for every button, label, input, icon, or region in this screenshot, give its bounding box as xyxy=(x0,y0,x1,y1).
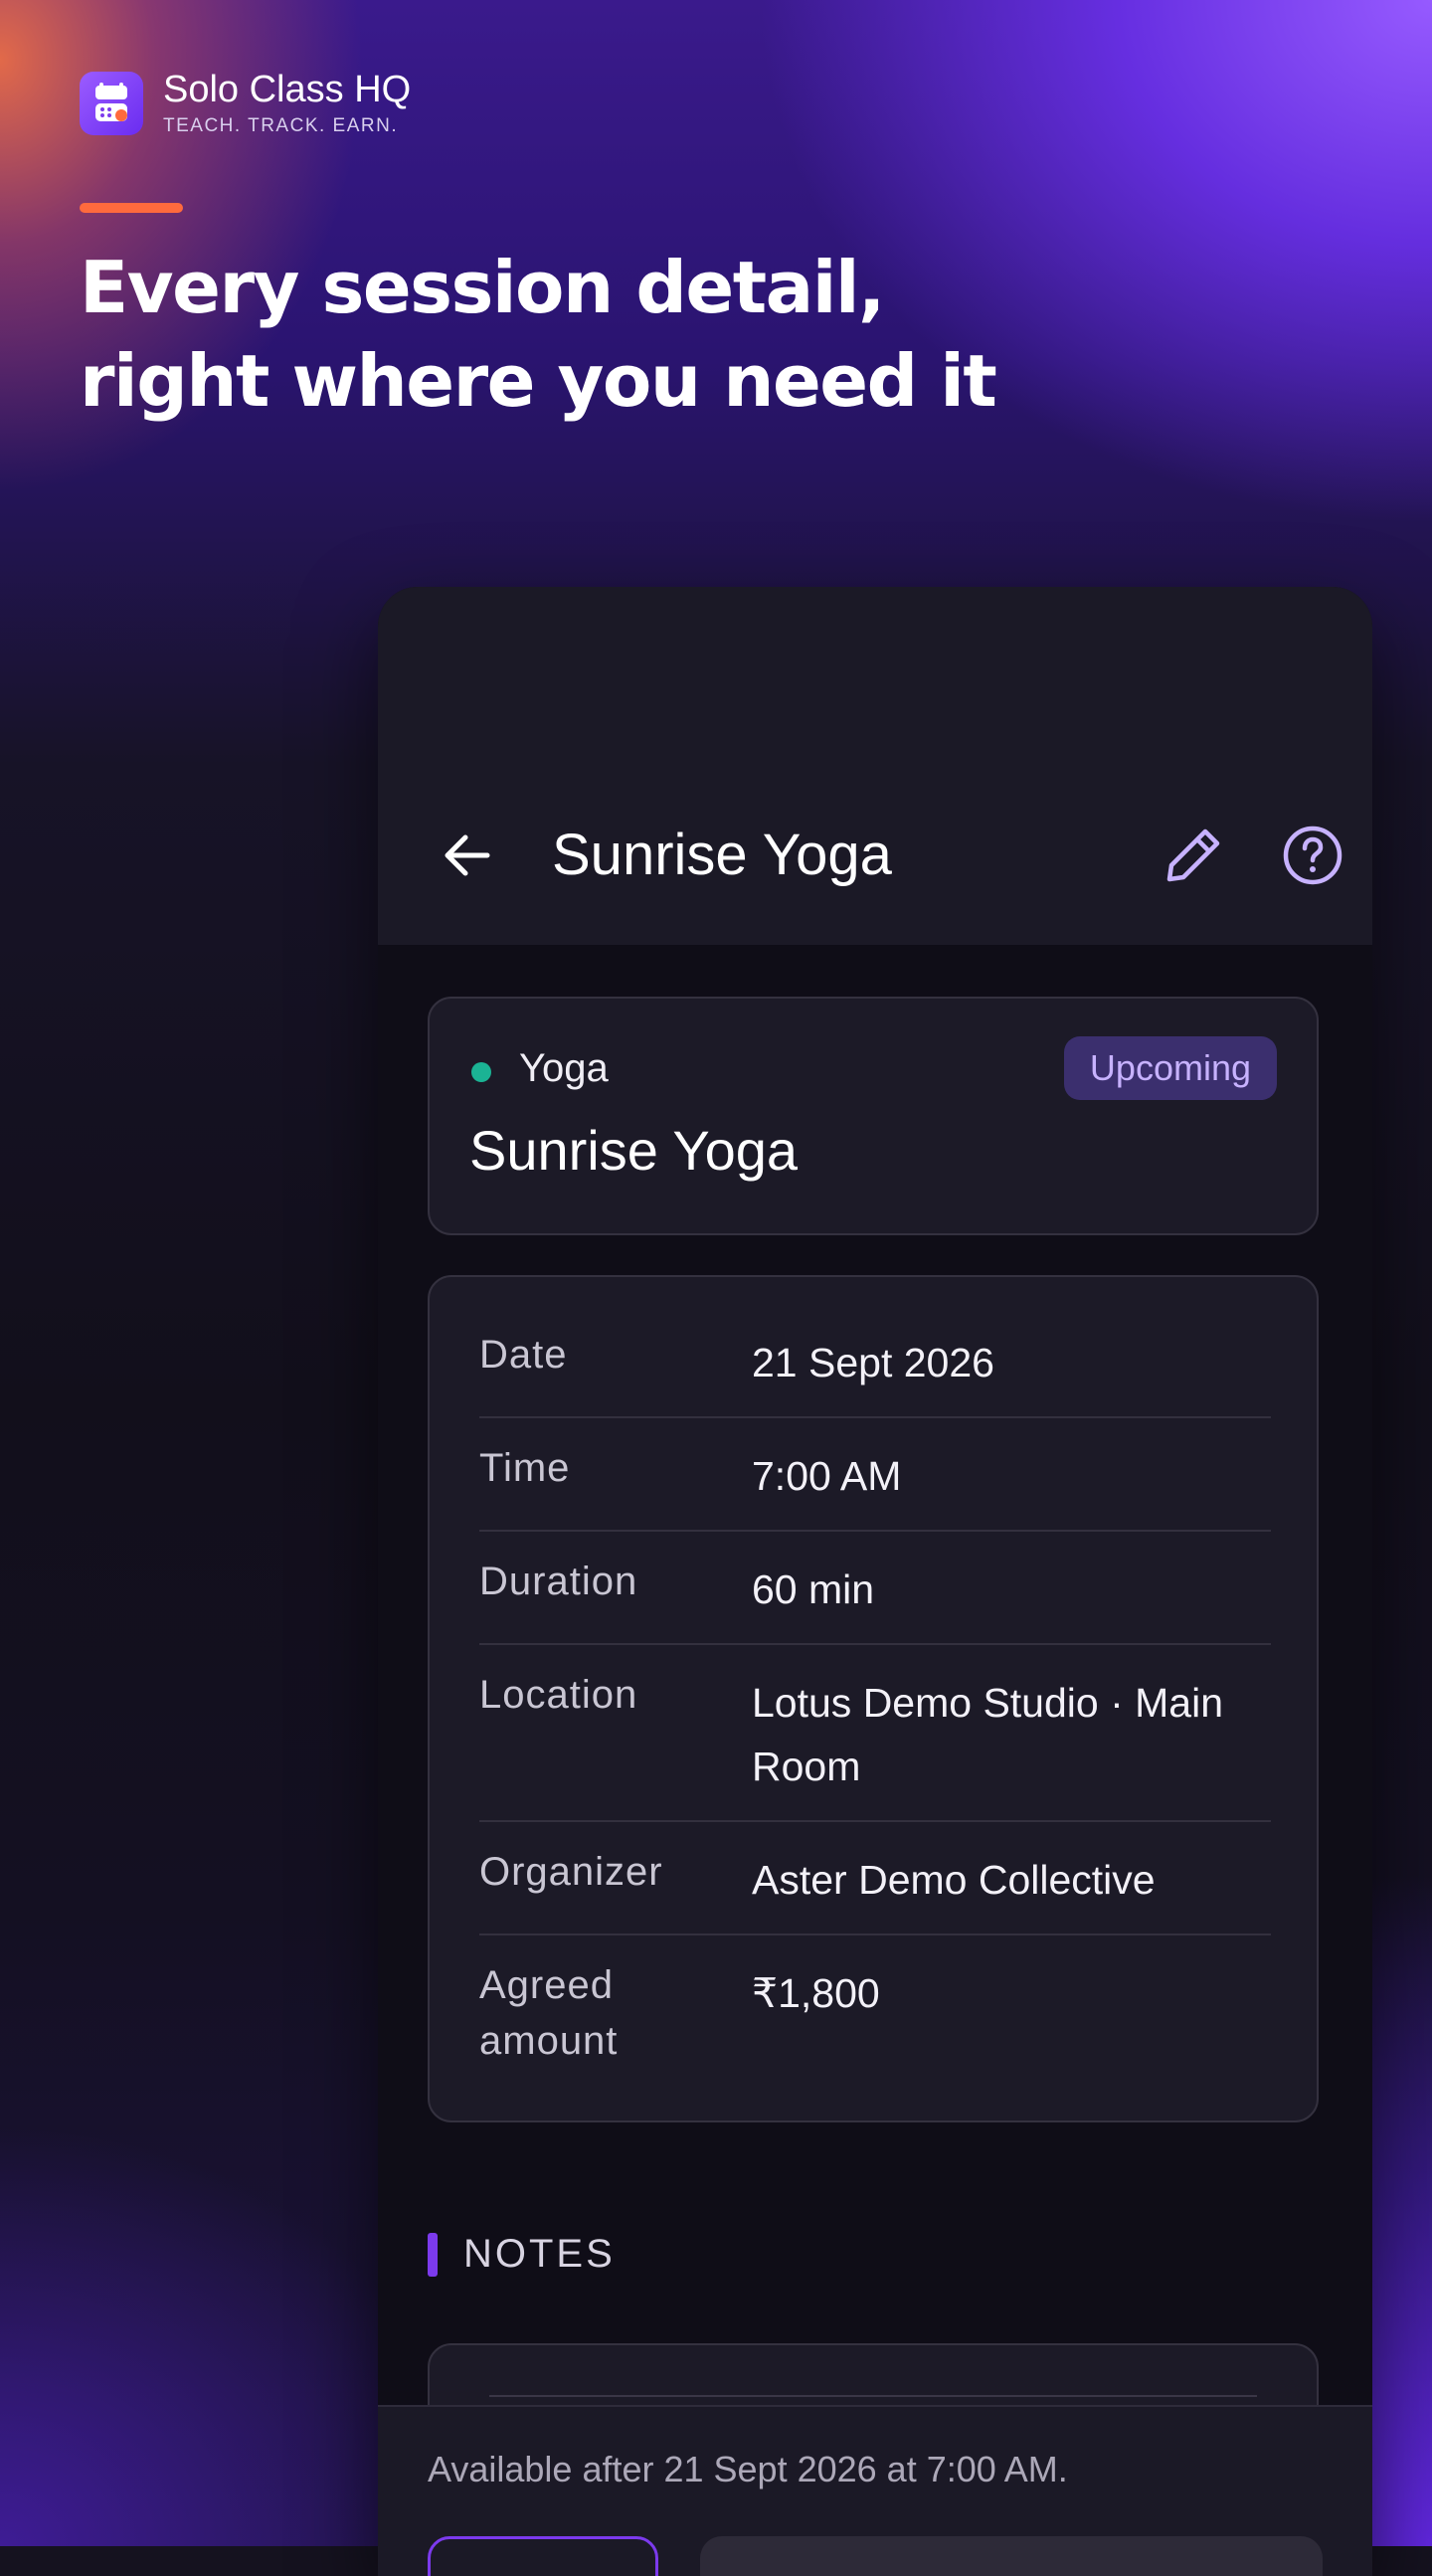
detail-label: Duration xyxy=(479,1560,638,1603)
row-divider xyxy=(479,1820,1271,1822)
detail-value: 7:00 AM xyxy=(752,1453,902,1499)
section-accent-bar xyxy=(428,2232,438,2277)
detail-label: Organizer xyxy=(479,1850,663,1894)
detail-label: Location xyxy=(479,1673,638,1717)
help-button[interactable] xyxy=(1268,811,1357,900)
headline-line-2: right where you need it xyxy=(80,339,997,423)
accent-divider xyxy=(80,203,183,213)
notes-input-outline xyxy=(489,2395,1257,2397)
headline-line-1: Every session detail, xyxy=(80,246,885,329)
brand-tagline: TEACH. TRACK. EARN. xyxy=(163,114,399,136)
headline: Every session detail, right where you ne… xyxy=(80,241,1273,428)
detail-label: Agreed amount xyxy=(479,1963,619,2063)
primary-action-button[interactable] xyxy=(700,2536,1323,2576)
arrow-left-icon xyxy=(445,834,490,876)
help-circle-icon xyxy=(1283,826,1342,885)
brand-header: Solo Class HQ TEACH. TRACK. EARN. xyxy=(80,69,412,137)
session-title: Sunrise Yoga xyxy=(469,1119,799,1182)
notes-section-heading: NOTES xyxy=(428,2232,616,2277)
detail-value: ₹1,800 xyxy=(752,1970,880,2016)
category-label: Yoga xyxy=(519,1046,609,1090)
detail-label: Date xyxy=(479,1333,568,1377)
detail-value: 21 Sept 2026 xyxy=(752,1340,994,1385)
secondary-action-button[interactable] xyxy=(428,2536,658,2576)
brand-name: Solo Class HQ xyxy=(163,69,412,110)
detail-value: Lotus Demo Studio · Main Room xyxy=(752,1680,1224,1789)
phone-screen: Sunrise Yoga Yoga Upcoming Sunrise Yoga … xyxy=(378,587,1372,2576)
row-divider xyxy=(479,1933,1271,1935)
pencil-icon xyxy=(1166,828,1220,882)
detail-label: Time xyxy=(479,1446,571,1490)
notes-label: NOTES xyxy=(463,2232,616,2276)
app-logo-icon xyxy=(80,71,143,135)
status-badge: Upcoming xyxy=(1063,1036,1277,1100)
screen-title: Sunrise Yoga xyxy=(552,823,892,887)
category-dot-icon xyxy=(471,1062,491,1082)
detail-value: Aster Demo Collective xyxy=(752,1857,1156,1903)
session-details-card: Date 21 Sept 2026 Time 7:00 AM Duration … xyxy=(428,1275,1319,2122)
edit-button[interactable] xyxy=(1149,811,1238,900)
bottom-action-bar: Available after 21 Sept 2026 at 7:00 AM. xyxy=(378,2405,1372,2576)
detail-value: 60 min xyxy=(752,1566,875,1612)
session-summary-card: Yoga Upcoming Sunrise Yoga xyxy=(428,997,1319,1235)
row-divider xyxy=(479,1643,1271,1645)
row-divider xyxy=(479,1530,1271,1532)
back-button[interactable] xyxy=(428,816,507,895)
row-divider xyxy=(479,1416,1271,1418)
availability-text: Available after 21 Sept 2026 at 7:00 AM. xyxy=(428,2449,1068,2489)
